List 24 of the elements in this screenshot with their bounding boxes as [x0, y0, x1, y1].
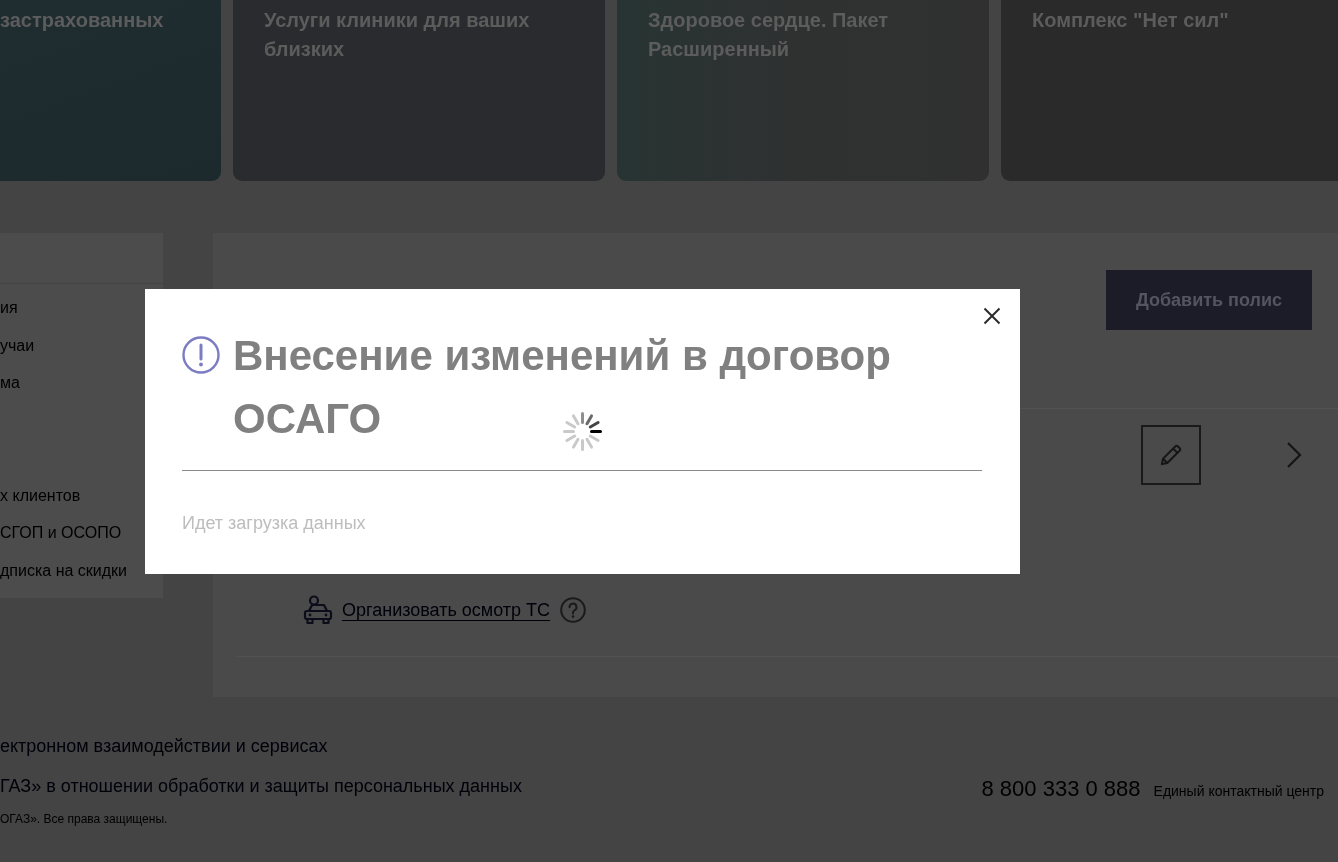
- phone-number: 8 800 333 0 888: [981, 776, 1141, 802]
- sidebar-item[interactable]: х клиентов: [0, 476, 81, 514]
- sidebar-item[interactable]: ма: [0, 364, 20, 402]
- sidebar-item[interactable]: ия: [0, 289, 18, 327]
- inspection-link[interactable]: Организовать осмотр ТС: [342, 599, 551, 621]
- footer-link[interactable]: ГАЗ» в отношении обработки и защиты персональных данных: [0, 774, 522, 798]
- promo-card-title: застрахованных: [0, 8, 165, 33]
- sidebar-item[interactable]: дписка на скидки: [0, 551, 128, 589]
- alert-icon: [182, 336, 220, 374]
- help-icon[interactable]: [560, 597, 587, 623]
- close-icon[interactable]: [983, 307, 1001, 325]
- car-icon: [302, 594, 334, 626]
- edit-button[interactable]: [1141, 425, 1201, 485]
- modal-title: Внесение изменений в договор ОСАГО: [233, 331, 892, 444]
- promo-card[interactable]: застрахованных: [0, 0, 221, 181]
- phone-caption: Единый контактный центр: [1153, 783, 1324, 799]
- pencil-icon: [1160, 444, 1182, 466]
- chevron-right-icon[interactable]: [1286, 441, 1302, 469]
- copyright-text: ОГАЗ». Все права защищены.: [0, 811, 168, 827]
- add-policy-button[interactable]: Добавить полис: [1106, 270, 1312, 330]
- sidebar-item[interactable]: учаи: [0, 326, 35, 364]
- sidebar-item[interactable]: СГОП и ОСОПО: [0, 514, 122, 552]
- loading-message: Идет загрузка данных: [182, 512, 366, 535]
- footer-link[interactable]: ектронном взаимодействии и сервисах: [0, 734, 328, 758]
